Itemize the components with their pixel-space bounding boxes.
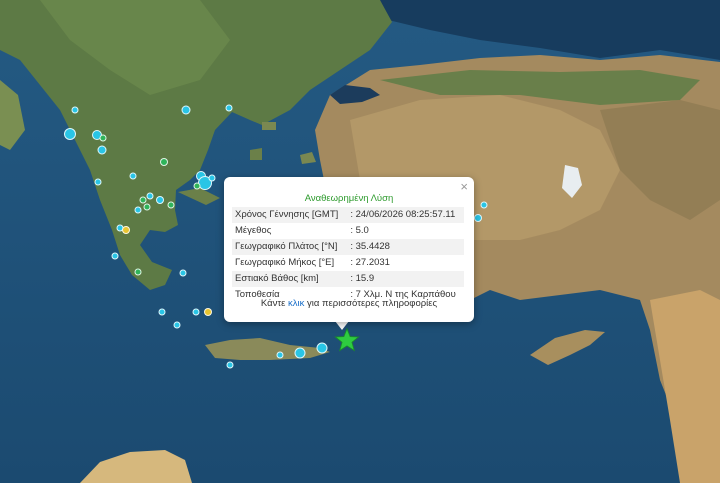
row-value-longitude: : 27.2031 xyxy=(350,257,390,268)
table-row: Μέγεθος : 5.0 xyxy=(232,223,464,239)
earthquake-marker[interactable] xyxy=(64,128,76,140)
earthquake-marker[interactable] xyxy=(226,361,234,369)
earthquake-marker[interactable] xyxy=(134,206,142,214)
earthquake-marker[interactable] xyxy=(94,178,102,186)
earthquake-marker[interactable] xyxy=(181,105,191,115)
earthquake-marker[interactable] xyxy=(129,172,137,180)
earthquake-marker[interactable] xyxy=(143,203,151,211)
earthquake-marker[interactable] xyxy=(158,308,166,316)
earthquake-marker[interactable] xyxy=(111,252,119,260)
more-info-line: Κάντε κλικ για περισσότερες πληροφορίες xyxy=(224,298,474,309)
main-earthquake-star-icon[interactable] xyxy=(334,327,360,353)
earthquake-marker[interactable] xyxy=(156,196,164,204)
row-label-magnitude: Μέγεθος xyxy=(235,225,272,236)
row-label-longitude: Γεωγραφικό Μήκος [°E] xyxy=(235,257,335,268)
more-info-prefix: Κάντε xyxy=(260,298,286,309)
earthquake-marker[interactable] xyxy=(316,342,328,354)
earthquake-marker[interactable] xyxy=(276,351,284,359)
earthquake-marker[interactable] xyxy=(192,308,200,316)
earthquake-marker[interactable] xyxy=(179,269,187,277)
earthquake-marker[interactable] xyxy=(225,104,233,112)
row-label-origin-time: Χρόνος Γέννησης [GMT] xyxy=(232,207,347,223)
more-info-suffix: για περισσότερες πληροφορίες xyxy=(307,298,438,309)
earthquake-marker[interactable] xyxy=(71,106,79,114)
earthquake-marker[interactable] xyxy=(146,192,154,200)
row-value-magnitude: : 5.0 xyxy=(350,225,369,236)
earthquake-marker[interactable] xyxy=(134,268,142,276)
earthquake-marker[interactable] xyxy=(480,201,488,209)
table-row: Εστιακό Βάθος [km] : 15.9 xyxy=(232,271,464,287)
table-row: Χρόνος Γέννησης [GMT] : 24/06/2026 08:25… xyxy=(232,207,464,223)
more-info-link[interactable]: κλικ xyxy=(288,298,304,309)
row-label-latitude: Γεωγραφικό Πλάτος [°N] xyxy=(232,239,347,255)
earthquake-map[interactable]: × Αναθεωρημένη Λύση Χρόνος Γέννησης [GMT… xyxy=(0,0,720,483)
table-row: Γεωγραφικό Πλάτος [°N] : 35.4428 xyxy=(232,239,464,255)
close-icon[interactable]: × xyxy=(460,180,468,193)
row-value-latitude: : 35.4428 xyxy=(346,239,464,255)
row-value-depth: : 15.9 xyxy=(346,271,464,287)
earthquake-marker[interactable] xyxy=(139,196,147,204)
earthquake-marker[interactable] xyxy=(173,321,181,329)
earthquake-marker[interactable] xyxy=(97,145,107,155)
popup-pointer xyxy=(335,321,349,330)
row-value-origin-time: : 24/06/2026 08:25:57.11 xyxy=(346,207,464,223)
earthquake-marker[interactable] xyxy=(160,158,168,166)
earthquake-marker[interactable] xyxy=(208,174,216,182)
earthquake-marker[interactable] xyxy=(474,214,482,222)
earthquake-marker[interactable] xyxy=(204,308,212,316)
earthquake-marker[interactable] xyxy=(167,201,175,209)
row-label-depth: Εστιακό Βάθος [km] xyxy=(232,271,347,287)
popup-title: Αναθεωρημένη Λύση xyxy=(304,193,394,204)
table-row: Γεωγραφικό Μήκος [°E] : 27.2031 xyxy=(232,255,464,271)
earthquake-marker[interactable] xyxy=(294,347,306,359)
earthquake-marker[interactable] xyxy=(193,182,201,190)
earthquake-info-popup: × Αναθεωρημένη Λύση Χρόνος Γέννησης [GMT… xyxy=(224,177,474,322)
earthquake-marker[interactable] xyxy=(122,226,130,234)
earthquake-marker[interactable] xyxy=(99,134,107,142)
earthquake-details-table: Χρόνος Γέννησης [GMT] : 24/06/2026 08:25… xyxy=(232,207,464,303)
